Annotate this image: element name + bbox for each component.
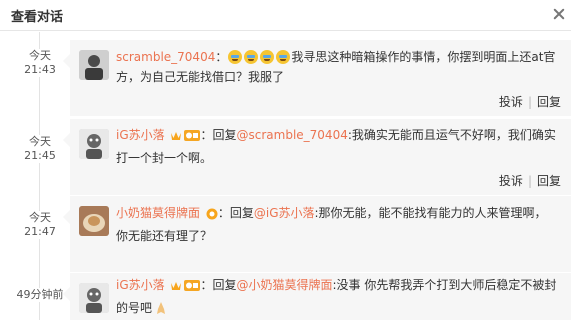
comment-body-line1: 我寻思这种暗箱操作的事情，你摆到明面上还at官 (291, 50, 556, 64)
comment-card: iG苏小落 ：回复@小奶猫莫得牌面:没事 你先帮我弄个打到大师后稳定不被封 的号… (63, 273, 571, 321)
laugh-cry-emoji-icon (244, 50, 259, 64)
comment-card: iG苏小落 ：回复@scramble_70404:我确实无能而且运气不好啊，我们… (63, 119, 571, 195)
comment-body-line2: 的号吧 (116, 301, 153, 315)
timeline-time: 21:45 (24, 149, 56, 162)
comment-text: scramble_70404： 我寻思这种暗箱操作的事情，你摆到明面上还at官 方… (116, 50, 556, 84)
username-link[interactable]: iG苏小落 (116, 128, 165, 142)
dialog-header: 查看对话 (0, 0, 571, 31)
comment-actions: 投诉 | 回复 (498, 95, 561, 109)
vip-crown-icon (170, 278, 182, 298)
praying-hands-emoji-icon (154, 301, 168, 321)
mention-link[interactable]: @scramble_70404 (237, 128, 348, 142)
fan-badge-icon (206, 206, 218, 226)
comment-body-line1: :我确实无能而且运气不好啊，我们确实 (347, 128, 556, 142)
comment-card: 小奶猫莫得牌面 ：回复@iG苏小落:那你无能，能不能找有能力的人来管理啊， 你无… (63, 196, 571, 272)
fan-badge-icon (184, 128, 201, 148)
comment-text: iG苏小落 ：回复@scramble_70404:我确实无能而且运气不好啊，我们… (116, 128, 556, 165)
laugh-cry-emoji-icon (260, 50, 275, 64)
username-link[interactable]: scramble_70404 (116, 50, 215, 64)
comment-text: iG苏小落 ：回复@小奶猫莫得牌面:没事 你先帮我弄个打到大师后稳定不被封 的号… (116, 275, 566, 321)
comment-body-line1: :那你无能，能不能找有能力的人来管理啊， (314, 206, 547, 220)
comment-text: 小奶猫莫得牌面 ：回复@iG苏小落:那你无能，能不能找有能力的人来管理啊， 你无… (116, 206, 547, 243)
laugh-cry-emoji-icon (276, 50, 291, 64)
avatar[interactable] (79, 50, 109, 80)
close-icon[interactable] (552, 7, 566, 21)
dialog-title: 查看对话 (11, 10, 64, 25)
avatar[interactable] (79, 283, 109, 313)
comment-card: scramble_70404： 我寻思这种暗箱操作的事情，你摆到明面上还at官 方… (63, 40, 571, 116)
reply-button[interactable]: 回复 (537, 95, 561, 109)
reply-button[interactable]: 回复 (537, 174, 561, 188)
comment-body-line1: :没事 你先帮我弄个打到大师后稳定不被封 (332, 278, 557, 292)
comment-body-line2: 打一个封一个啊。 (116, 151, 213, 165)
comment-body-line2: 方，为自己无能找借口？我服了 (116, 70, 285, 84)
vip-crown-icon (170, 128, 182, 148)
laugh-cry-emoji-icon (228, 50, 243, 64)
timeline-time: 21:47 (24, 225, 56, 238)
mention-link[interactable]: @小奶猫莫得牌面 (237, 278, 333, 292)
report-button[interactable]: 投诉 (499, 174, 523, 188)
username-link[interactable]: iG苏小落 (116, 278, 165, 292)
comment-actions: 投诉 | 回复 (498, 174, 561, 188)
report-button[interactable]: 投诉 (499, 95, 523, 109)
mention-link[interactable]: @iG苏小落 (254, 206, 315, 220)
fan-badge-icon (184, 278, 201, 298)
avatar[interactable] (79, 206, 109, 236)
username-link[interactable]: 小奶猫莫得牌面 (116, 206, 200, 220)
comment-body-line2: 你无能还有理了？ (116, 229, 213, 243)
avatar[interactable] (79, 129, 109, 159)
